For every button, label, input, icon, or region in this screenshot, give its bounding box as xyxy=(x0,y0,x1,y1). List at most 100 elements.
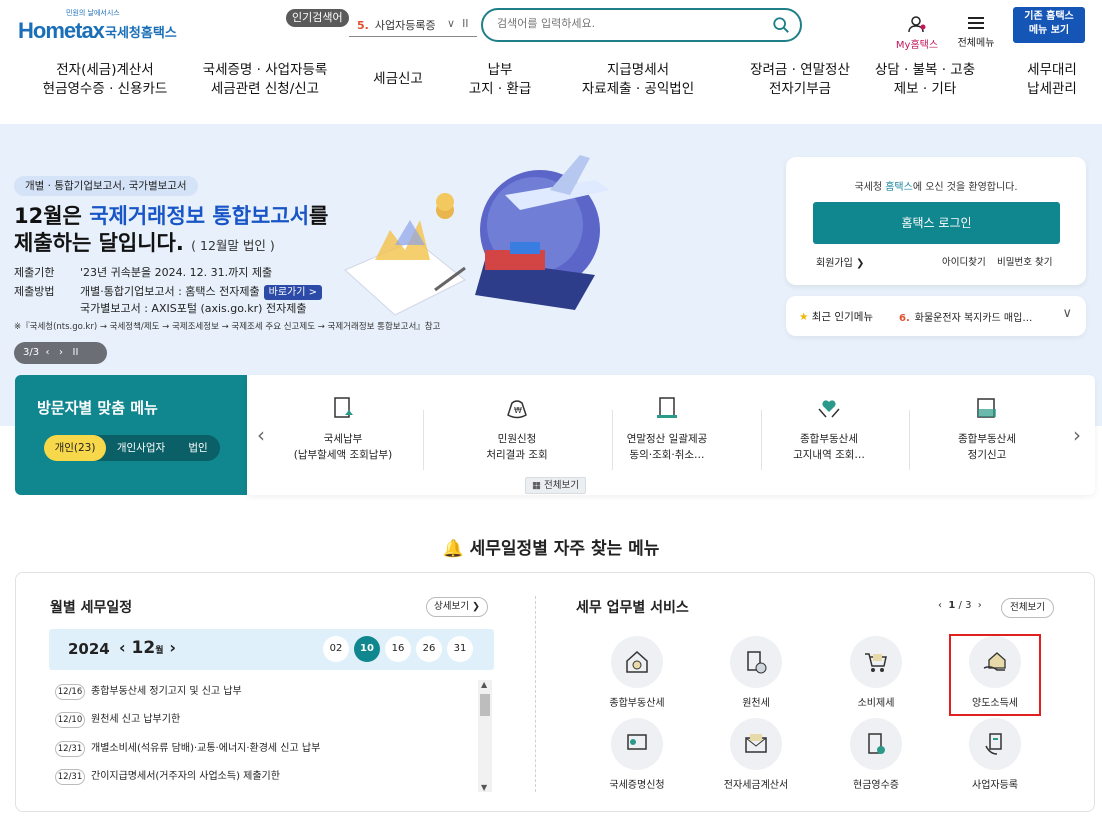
pager-next-icon[interactable]: › xyxy=(978,600,982,611)
classic-menu-button[interactable]: 기존 홈택스 메뉴 보기 xyxy=(1013,7,1085,43)
scroll-thumb[interactable] xyxy=(480,694,490,716)
visitor-item-year-end[interactable]: 연말정산 일괄제공 동의·조회·취소… xyxy=(607,395,727,463)
schedule-item[interactable]: 12/31 간이지급명세서(거주자의 사업소득) 제출기한 xyxy=(55,767,280,785)
tab-sole-proprietor[interactable]: 개인사업자 xyxy=(106,435,176,461)
login-button[interactable]: 홈택스 로그인 xyxy=(813,202,1060,244)
hamburger-icon xyxy=(968,17,984,29)
hero-illustration xyxy=(344,155,610,316)
visitor-menu-panel: 방문자별 맞춤 메뉴 개인(23) 개인사업자 법인 xyxy=(15,375,247,495)
popular-search-controls[interactable]: ∨ II xyxy=(447,17,469,30)
visitor-all-view-button[interactable]: ▦ 전체보기 xyxy=(525,477,586,494)
find-id-link[interactable]: 아이디찾기 xyxy=(942,254,986,268)
month-prev-icon[interactable]: ‹ xyxy=(119,638,126,657)
service-consumption-tax[interactable]: 소비제세 xyxy=(831,636,921,709)
gnb-item-certificate[interactable]: 국세증명 · 사업자등록 세금관련 신청/신고 xyxy=(190,61,340,99)
prev-arrow-icon[interactable]: ‹ xyxy=(257,423,265,447)
calculator-icon xyxy=(730,636,782,688)
service-e-tax-invoice[interactable]: 전자세금계산서 xyxy=(711,718,801,791)
services-pager[interactable]: ‹ 1 / 3 › xyxy=(938,600,982,611)
document-stamp-icon xyxy=(657,397,677,418)
tab-individual[interactable]: 개인(23) xyxy=(44,435,106,461)
section-title: 🔔 세무일정별 자주 찾는 메뉴 xyxy=(442,539,660,559)
search-input[interactable] xyxy=(497,17,767,30)
popular-search-term[interactable]: 5. 사업자등록증 xyxy=(357,17,436,33)
gnb-item-tax-report[interactable]: 세금신고 xyxy=(358,70,438,89)
separator xyxy=(761,410,762,470)
service-cash-receipt[interactable]: 현금영수증 xyxy=(831,718,921,791)
scroll-down-icon[interactable]: ▼ xyxy=(481,783,487,792)
separator xyxy=(423,410,424,470)
recent-popular-menu[interactable]: ★ 최근 인기메뉴 6. 화물운전자 복지카드 매입… ∨ xyxy=(786,296,1086,336)
welcome-text: 국세청 홈택스에 오신 것을 환영합니다. xyxy=(854,182,1018,193)
hero-method-row: 제출방법 개별·통합기업보고서 : 홈택스 전자제출 바로가기 > xyxy=(14,283,322,300)
find-password-link[interactable]: 비밀번호 찾기 xyxy=(997,254,1052,268)
service-business-registration[interactable]: 사업자등록 xyxy=(950,718,1040,791)
hero-goto-button[interactable]: 바로가기 > xyxy=(263,285,322,300)
slide-counter: 3/3 xyxy=(23,347,40,358)
tab-corporation[interactable]: 법인 xyxy=(176,435,220,461)
slide-controls[interactable]: 3/3 ‹ › II xyxy=(14,342,107,364)
join-link[interactable]: 회원가입 ❯ xyxy=(816,254,864,269)
schedule-item[interactable]: 12/31 개별소비세(석유류 담배)·교통·에너지·환경세 신고 납부 xyxy=(55,739,320,757)
calendar-day-selected[interactable]: 10 xyxy=(354,636,380,662)
service-comprehensive-property-tax[interactable]: 종합부동산세 xyxy=(592,636,682,709)
service-withholding-tax[interactable]: 원천세 xyxy=(711,636,801,709)
user-icon xyxy=(908,16,926,33)
chevron-down-icon[interactable]: ∨ xyxy=(1062,306,1072,321)
hero-title[interactable]: 12월은 국제거래정보 통합보고서를 제출하는 달입니다. ( 12월말 법인 … xyxy=(14,203,354,259)
pager-prev-icon[interactable]: ‹ xyxy=(938,600,942,611)
next-icon[interactable]: › xyxy=(59,347,63,358)
calendar-day[interactable]: 31 xyxy=(447,636,473,662)
hero-method-row2: 국가별보고서 : AXIS포털 (axis.go.kr) 전자제출 xyxy=(80,302,307,315)
house-coin-icon xyxy=(611,636,663,688)
service-certificate-request[interactable]: 국세증명신청 xyxy=(592,718,682,791)
calendar-year: 2024 xyxy=(68,640,110,658)
scroll-up-icon[interactable]: ▲ xyxy=(481,680,487,689)
calendar-bar: 2024 ‹ 12월 › 02 10 16 26 31 xyxy=(49,629,494,670)
popular-menu-label: ★ 최근 인기메뉴 xyxy=(799,311,874,323)
schedule-item[interactable]: 12/10 원천세 신고 납부기한 xyxy=(55,710,180,728)
bell-icon: 🔔 xyxy=(442,539,464,559)
visitor-item-civil-petition[interactable]: ₩ 민원신청 처리결과 조회 xyxy=(457,395,577,463)
search-icon[interactable] xyxy=(772,16,790,34)
gnb-item-statement[interactable]: 지급명세서 자료제출 · 공익법인 xyxy=(568,61,708,99)
visitor-item-property-tax-notice[interactable]: 종합부동산세 고지내역 조회… xyxy=(769,395,889,463)
hand-document-icon xyxy=(969,718,1021,770)
calendar-day[interactable]: 26 xyxy=(416,636,442,662)
my-hometax-button[interactable]: My홈택스 xyxy=(893,15,941,51)
visitor-menu-title: 방문자별 맞춤 메뉴 xyxy=(37,399,158,417)
gnb-item-einvoice[interactable]: 전자(세금)계산서 현금영수증 · 신용카드 xyxy=(30,61,180,99)
detail-view-button[interactable]: 상세보기 ❯ xyxy=(426,597,488,617)
gnb-item-agent[interactable]: 세무대리 납세관리 xyxy=(1012,61,1092,99)
visitor-item-tax-payment[interactable]: 국세납부 (납부할세액 조회납부) xyxy=(283,395,403,463)
schedule-scrollbar[interactable]: ▲ ▼ xyxy=(478,680,492,792)
chevron-down-icon[interactable]: ∨ xyxy=(447,17,455,30)
popular-menu-item[interactable]: 6. 화물운전자 복지카드 매입… xyxy=(899,309,1032,324)
gnb-item-consult[interactable]: 상담 · 불복 · 고충 제보 · 기타 xyxy=(865,61,985,99)
schedule-item[interactable]: 12/16 종합부동산세 정기고지 및 신고 납부 xyxy=(55,682,242,700)
money-bag-icon: ₩ xyxy=(507,400,527,419)
highlight-box xyxy=(949,634,1041,716)
logo-text: Hometax xyxy=(18,18,105,43)
next-arrow-icon[interactable]: › xyxy=(1073,423,1081,447)
hero-tag: 개별 · 통합기업보고서, 국가별보고서 xyxy=(14,176,198,196)
search-box[interactable] xyxy=(481,8,802,42)
prev-icon[interactable]: ‹ xyxy=(45,347,49,358)
gnb-item-incentive[interactable]: 장려금 · 연말정산 전자기부금 xyxy=(725,61,875,99)
all-menu-button[interactable]: 전체메뉴 xyxy=(955,15,997,49)
calendar-day[interactable]: 16 xyxy=(385,636,411,662)
hometax-logo[interactable]: 민원의 날에서시스 Hometax 국세청홈택스 xyxy=(14,6,184,46)
popular-underline xyxy=(349,36,477,37)
monthly-schedule-title: 월별 세무일정 xyxy=(50,600,133,616)
envelope-tax-icon xyxy=(730,718,782,770)
calendar-day[interactable]: 02 xyxy=(323,636,349,662)
gnb-item-payment[interactable]: 납부 고지 · 환급 xyxy=(455,61,545,99)
login-card: 국세청 홈택스에 오신 것을 환영합니다. 홈택스 로그인 회원가입 ❯ 아이디… xyxy=(786,157,1086,285)
month-next-icon[interactable]: › xyxy=(169,638,176,657)
services-all-view-button[interactable]: 전체보기 xyxy=(1001,598,1054,618)
pause-icon[interactable]: II xyxy=(462,17,469,30)
document-upload-icon xyxy=(334,397,353,418)
pause-icon[interactable]: II xyxy=(73,347,79,358)
star-icon: ★ xyxy=(799,311,809,323)
visitor-item-property-tax-report[interactable]: 종합부동산세 정기신고 xyxy=(927,395,1047,463)
